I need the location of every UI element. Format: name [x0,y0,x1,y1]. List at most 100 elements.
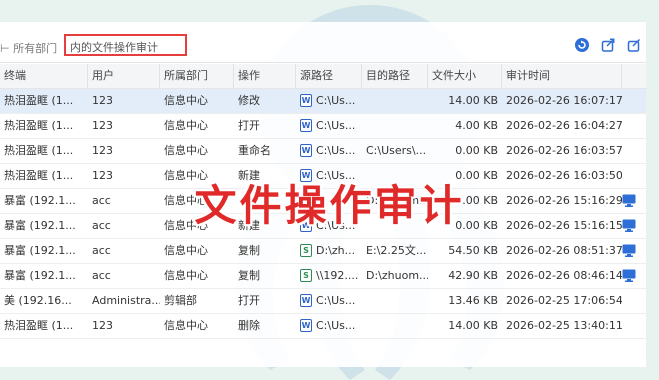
dest-path-cell: E:\2.25文... [366,244,427,257]
col-terminal[interactable]: 终端 [0,64,88,88]
dest-path-cell [362,214,428,238]
audit-time-cell: 2026-02-25 17:06:54 [506,294,622,307]
dest-path-cell [362,89,428,113]
audit-time-cell: 2026-02-26 16:03:50 [506,169,622,182]
col-dest-path[interactable]: 目的路径 [362,64,428,88]
refresh-icon[interactable] [575,38,589,52]
terminal-cell: 热泪盈眶 (1... [4,119,74,132]
audit-time-cell: 2026-02-26 16:03:57 [506,144,622,157]
user-cell: acc [92,269,111,282]
operation-cell: 复制 [238,269,260,282]
file-size-cell: 4.00 KB [455,119,498,132]
remote-monitor-icon[interactable] [622,244,636,257]
word-file-icon: W [300,119,312,132]
source-path-text: \\192.... [316,269,359,282]
share-icon[interactable] [627,38,641,52]
user-cell: 123 [92,169,113,182]
remote-monitor-icon[interactable] [622,269,636,282]
table-row[interactable]: 热泪盈眶 (1... 123 信息中心 新建 W C:\Us... 0.00 KB 2026-… [0,164,646,189]
source-path-cell: W C:\Us... [296,214,362,238]
col-source-path[interactable]: 源路径 [296,64,362,88]
word-file-icon: W [300,219,312,232]
col-operation[interactable]: 操作 [234,64,296,88]
audit-time-cell: 2026-02-25 13:40:11 [506,319,622,332]
operation-cell: 打开 [238,294,260,307]
department-cell: 信息中心 [164,219,208,232]
file-size-cell: 54.50 KB [448,244,498,257]
user-cell: acc [92,244,111,257]
remote-monitor-icon[interactable] [622,219,636,232]
col-user[interactable]: 用户 [88,64,160,88]
dest-path-cell [362,289,428,313]
table-row[interactable]: 热泪盈眶 (1... 123 信息中心 修改 W C:\Us... 14.00 KB 2026… [0,89,646,114]
file-size-cell: 0.00 KB [455,169,498,182]
table-row[interactable]: 热泪盈眶 (1... 123 信息中心 删除 W C:\Us... 14.00 KB 2026… [0,314,646,339]
table-row[interactable]: 热泪盈眶 (1... 123 信息中心 打开 W C:\Us... 4.00 KB 2026-… [0,114,646,139]
file-size-cell: 14.00 KB [448,319,498,332]
terminal-cell: 热泪盈眶 (1... [4,94,74,107]
operation-cell: 重命名 [238,144,271,157]
user-cell: Administra... [92,294,160,307]
word-file-icon: W [300,194,312,207]
export-icon[interactable] [601,38,615,52]
monitor-cell [618,114,644,138]
remote-monitor-icon[interactable] [622,194,636,207]
word-file-icon: W [300,294,312,307]
monitor-cell [618,139,644,163]
user-cell: acc [92,194,111,207]
dest-path-cell: D:\zhuom... [366,194,428,207]
department-cell: 信息中心 [164,144,208,157]
audit-time-cell: 2026-02-26 16:07:17 [506,94,622,107]
source-path-cell: W C:\Us... [296,114,362,138]
user-cell: acc [92,219,111,232]
col-department[interactable]: 所属部门 [160,64,234,88]
terminal-cell: 暴富 (192.1... [4,244,76,257]
table-row[interactable]: 暴富 (192.1... acc 信息中心 复制 S \\192.... D:\zhuom.… [0,264,646,289]
operation-cell: 新建 [238,169,260,182]
audit-time-cell: 2026-02-26 08:51:37 [506,244,622,257]
file-size-cell: ...00 KB [455,194,498,207]
monitor-cell [618,89,644,113]
user-cell: 123 [92,319,113,332]
monitor-cell [618,264,644,288]
monitor-cell [618,189,644,213]
monitor-cell [618,214,644,238]
col-file-size[interactable]: 文件大小 [428,64,502,88]
search-box[interactable] [64,34,187,56]
dest-path-cell [362,314,428,338]
source-path-cell: W C:\Us... [296,314,362,338]
table-row[interactable]: 暴富 (192.1... acc 信息中心... W... D:\zhuom......… [0,189,646,214]
source-path-text: C:\Us... [316,319,356,332]
search-input[interactable] [66,38,185,56]
audit-time-cell: 2026-02-26 15:16:29 [506,194,622,207]
col-audit-time[interactable]: 审计时间 [502,64,622,88]
file-size-cell: 14.00 KB [448,94,498,107]
terminal-cell: 暴富 (192.1... [4,269,76,282]
word-file-icon: W [300,319,312,332]
source-path-cell: W... [296,189,362,213]
monitor-cell [618,164,644,188]
department-breadcrumb[interactable]: ⊢ 所有部门 [0,40,57,56]
audit-time-cell: 2026-02-26 16:04:27 [506,119,622,132]
word-file-icon: W [300,144,312,157]
department-cell: 信息中心 [164,319,208,332]
table-row[interactable]: 暴富 (192.1... acc 信息中心 复制 S D:\zh... E:\2.25文..… [0,239,646,264]
table-row[interactable]: 暴富 (192.1... acc 信息中心 新建 W C:\Us... 0.00 KB 202… [0,214,646,239]
source-path-text: C:\Us... [316,94,356,107]
source-path-cell: W C:\Us... [296,289,362,313]
table-header: 终端 用户 所属部门 操作 源路径 目的路径 文件大小 审计时间 [0,64,646,89]
table-row[interactable]: 热泪盈眶 (1... 123 信息中心 重命名 W C:\Us... C:\Users\..… [0,139,646,164]
source-path-text: C:\Us... [316,294,356,307]
department-cell: 信息中心 [164,269,208,282]
table-row[interactable]: 美 (192.16... Administra... 剪辑部 打开 W C:\Us... 1… [0,289,646,314]
source-path-cell: W C:\Us... [296,164,362,188]
operation-cell: ... [238,194,249,207]
monitor-cell [618,239,644,263]
operation-cell: 新建 [238,219,260,232]
user-cell: 123 [92,144,113,157]
spreadsheet-file-icon: S [300,244,312,257]
source-path-cell: S D:\zh... [296,239,362,263]
terminal-cell: 暴富 (192.1... [4,219,76,232]
file-size-cell: 0.00 KB [455,219,498,232]
source-path-text: C:\Us... [316,119,356,132]
